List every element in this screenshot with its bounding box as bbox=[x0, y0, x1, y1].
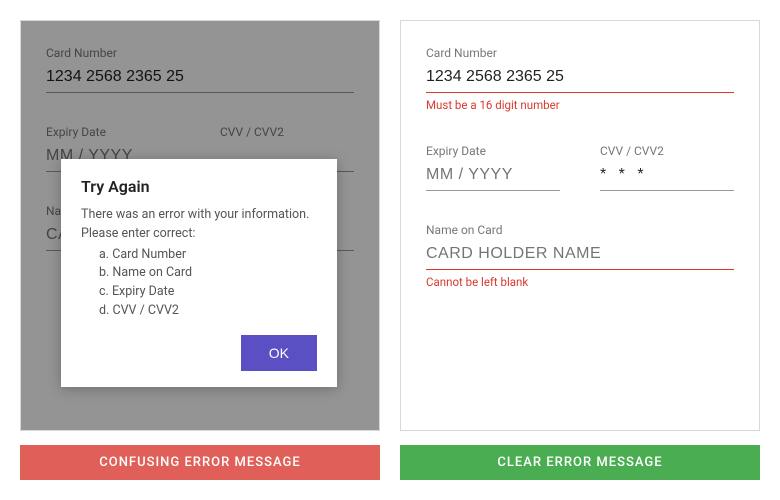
modal-list-item: c. Expiry Date bbox=[99, 283, 317, 302]
form-panel-left: Card Number Expiry Date CVV / CVV2 Name … bbox=[20, 20, 380, 431]
clear-caption: CLEAR ERROR MESSAGE bbox=[400, 445, 760, 480]
confusing-caption: CONFUSING ERROR MESSAGE bbox=[20, 445, 380, 480]
modal-list-item: d. CVV / CVV2 bbox=[99, 302, 317, 321]
card-number-error: Must be a 16 digit number bbox=[426, 98, 734, 112]
modal-list-item: a. Card Number bbox=[99, 246, 317, 265]
modal-title: Try Again bbox=[81, 177, 317, 196]
expiry-group: Expiry Date bbox=[426, 144, 560, 191]
card-number-label: Card Number bbox=[426, 46, 734, 60]
modal-body: There was an error with your information… bbox=[81, 206, 317, 321]
form-panel-right: Card Number Must be a 16 digit number Ex… bbox=[400, 20, 760, 431]
confusing-example-column: Card Number Expiry Date CVV / CVV2 Name … bbox=[20, 20, 380, 480]
modal-actions: OK bbox=[81, 335, 317, 371]
modal-error-list: a. Card Number b. Name on Card c. Expiry… bbox=[81, 246, 317, 321]
name-error: Cannot be left blank bbox=[426, 275, 734, 289]
card-number-input[interactable] bbox=[426, 64, 734, 93]
name-input[interactable] bbox=[426, 241, 734, 270]
name-group: Name on Card Cannot be left blank bbox=[426, 223, 734, 289]
cvv-group: CVV / CVV2 bbox=[600, 144, 734, 191]
card-number-group: Card Number Must be a 16 digit number bbox=[426, 46, 734, 112]
cvv-input[interactable] bbox=[600, 162, 734, 191]
clear-example-column: Card Number Must be a 16 digit number Ex… bbox=[400, 20, 760, 480]
modal-intro-line-1: There was an error with your information… bbox=[81, 206, 317, 225]
expiry-label: Expiry Date bbox=[426, 144, 560, 158]
error-modal: Try Again There was an error with your i… bbox=[61, 159, 337, 387]
modal-list-item: b. Name on Card bbox=[99, 264, 317, 283]
ok-button[interactable]: OK bbox=[241, 335, 317, 371]
cvv-label: CVV / CVV2 bbox=[600, 144, 734, 158]
expiry-input[interactable] bbox=[426, 162, 560, 191]
modal-intro-line-2: Please enter correct: bbox=[81, 225, 317, 244]
name-label: Name on Card bbox=[426, 223, 734, 237]
